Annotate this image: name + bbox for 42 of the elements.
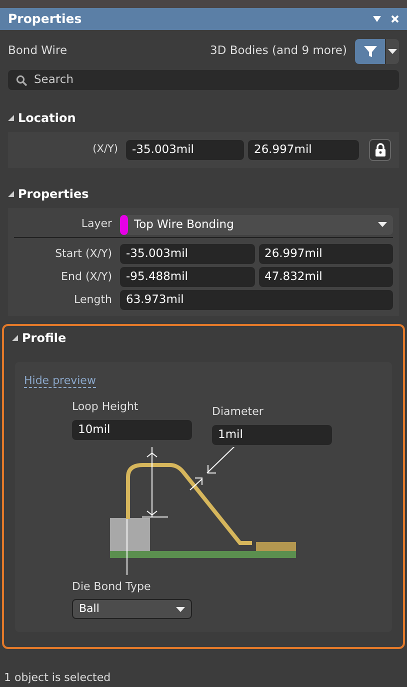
window-title: Properties <box>8 10 83 28</box>
caret-icon <box>176 606 185 612</box>
section-title[interactable]: Profile <box>22 329 66 347</box>
close-icon[interactable] <box>391 15 399 23</box>
collapse-triangle-icon[interactable] <box>8 115 14 121</box>
value-field[interactable]: 63.973mil <box>120 290 393 310</box>
filter-label: 3D Bodies (and 9 more) <box>210 42 347 60</box>
funnel-icon <box>364 44 376 58</box>
value-field[interactable]: 1mil <box>212 424 332 444</box>
field-label: Diameter <box>212 404 264 420</box>
field-label: Start (X/Y) <box>54 246 113 262</box>
value-field[interactable]: 26.997mil <box>258 244 393 264</box>
field-label: End (X/Y) <box>60 268 113 285</box>
caret-icon <box>378 222 387 227</box>
value-field[interactable]: 47.832mil <box>258 267 393 287</box>
search-field[interactable]: Search <box>8 70 399 90</box>
status-bar-text: 1 object is selected <box>3 670 112 686</box>
object-type-label: Bond Wire <box>8 42 68 60</box>
die-bond-type-dropdown[interactable]: Ball <box>72 599 192 619</box>
section-title[interactable]: Properties <box>18 185 89 203</box>
search-icon <box>16 75 27 86</box>
caret-icon <box>388 48 397 54</box>
hide-preview-link[interactable]: Hide preview <box>24 374 96 388</box>
field-label: Die Bond Type <box>72 578 152 594</box>
lock-button[interactable] <box>369 139 391 161</box>
filter-button[interactable] <box>355 38 385 64</box>
field-label: Length <box>73 292 113 308</box>
layer-dropdown[interactable]: Top Wire Bonding <box>120 214 393 234</box>
value-field[interactable]: 10mil <box>72 420 192 440</box>
collapse-triangle-icon[interactable] <box>12 335 18 341</box>
field-label: (X/Y) <box>92 142 119 158</box>
dropdown-arrow-icon[interactable] <box>373 16 381 22</box>
field-label: Loop Height <box>72 399 140 415</box>
padlock-icon <box>374 143 386 157</box>
value-field[interactable]: -35.003mil <box>120 244 254 264</box>
section-title[interactable]: Location <box>18 109 76 127</box>
field-label: Layer <box>80 216 113 232</box>
value-field[interactable]: 26.997mil <box>248 140 359 160</box>
value-field[interactable]: -35.003mil <box>126 140 244 160</box>
filter-menu-button[interactable] <box>385 38 399 64</box>
collapse-triangle-icon[interactable] <box>8 191 14 197</box>
value-field[interactable]: -95.488mil <box>120 267 254 287</box>
